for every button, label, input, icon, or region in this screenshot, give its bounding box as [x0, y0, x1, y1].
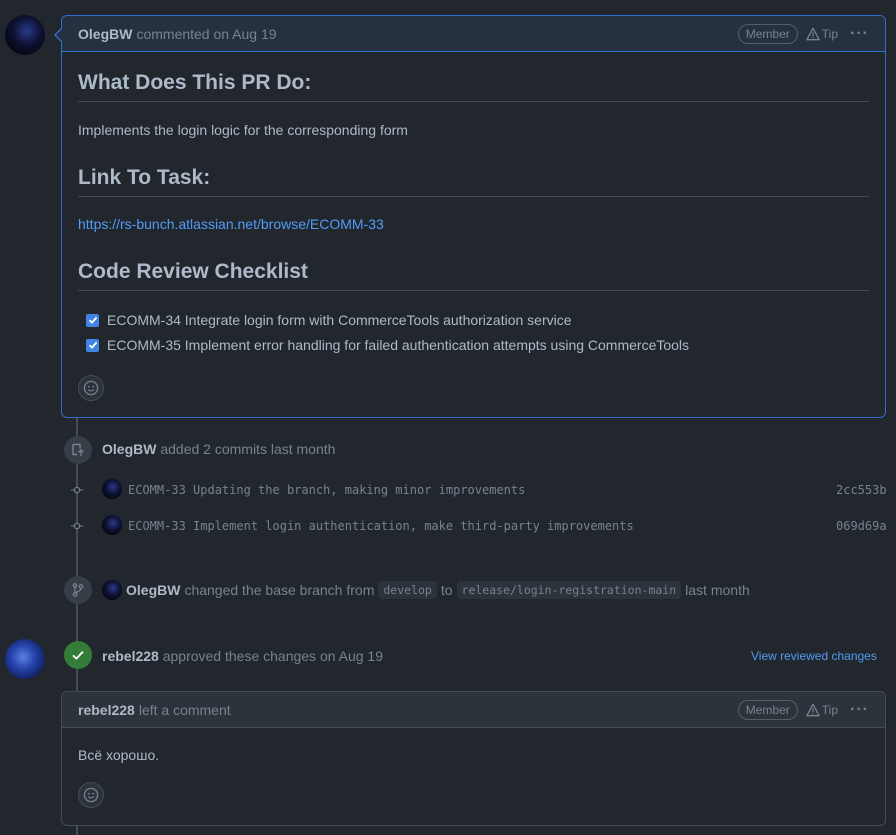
comment-box: OlegBW commented on Aug 19 Member Tip ··…: [54, 15, 886, 418]
to-branch[interactable]: release/login-registration-main: [456, 581, 682, 599]
commit-sha[interactable]: 2cc553b: [836, 483, 887, 497]
smiley-icon: [83, 380, 99, 396]
check-icon: [88, 341, 97, 349]
commit-dot-icon: [71, 520, 83, 532]
approved-badge: [64, 641, 92, 669]
commit-dot-icon: [71, 484, 83, 496]
event-description: changed the base branch from: [184, 582, 375, 598]
commit-message[interactable]: ECOMM-33 Implement login authentication,…: [128, 519, 634, 533]
commit-author-avatar[interactable]: [102, 515, 122, 535]
comment-header: OlegBW commented on Aug 19 Member Tip ··…: [62, 16, 885, 52]
push-event-badge: [64, 436, 92, 464]
comment-action: left a comment: [138, 701, 231, 718]
reviewer-name[interactable]: rebel228: [102, 648, 159, 664]
add-reaction-button[interactable]: [78, 782, 104, 808]
heading-checklist: Code Review Checklist: [78, 260, 869, 291]
tip-button[interactable]: Tip: [806, 703, 838, 717]
comment-header: rebel228 left a comment Member Tip ···: [62, 692, 885, 728]
description-text: Implements the login logic for the corre…: [78, 122, 408, 138]
check-icon: [88, 316, 97, 324]
task-link[interactable]: https://rs-bunch.atlassian.net/browse/EC…: [78, 216, 384, 232]
git-branch-icon: [72, 583, 84, 597]
checklist-item-label: ECOMM-35 Implement error handling for fa…: [107, 337, 690, 353]
add-reaction-button[interactable]: [78, 375, 104, 401]
comment-body: Всё хорошо.: [78, 747, 160, 763]
avatar[interactable]: [5, 15, 45, 55]
from-branch[interactable]: develop: [378, 581, 437, 599]
to-word: to: [440, 582, 453, 598]
alert-icon: [806, 703, 820, 716]
checklist-item-label: ECOMM-34 Integrate login form with Comme…: [107, 312, 572, 328]
kebab-menu-icon[interactable]: ···: [850, 25, 869, 43]
commit-message[interactable]: ECOMM-33 Updating the branch, making min…: [128, 483, 525, 497]
base-branch-event-text: OlegBW changed the base branch from deve…: [102, 580, 750, 600]
commit-author-avatar[interactable]: [102, 479, 122, 499]
repo-push-icon: [72, 443, 84, 456]
review-description[interactable]: approved these changes on Aug 19: [163, 648, 383, 664]
tip-label: Tip: [821, 702, 839, 717]
event-author[interactable]: OlegBW: [102, 441, 156, 457]
checklist-item: ECOMM-34 Integrate login form with Comme…: [86, 312, 572, 328]
alert-icon: [806, 27, 820, 40]
comment-author[interactable]: rebel228: [78, 702, 135, 718]
check-icon: [72, 650, 84, 660]
member-badge: Member: [737, 23, 798, 44]
checklist-item: ECOMM-35 Implement error handling for fa…: [86, 337, 689, 353]
review-comment-box: rebel228 left a comment Member Tip ··· В…: [61, 691, 886, 826]
heading-link-to-task: Link To Task:: [78, 166, 869, 197]
branch-event-badge: [64, 576, 92, 604]
tip-label: Tip: [821, 26, 839, 41]
review-event-text: rebel228 approved these changes on Aug 1…: [102, 648, 383, 664]
smiley-icon: [83, 787, 99, 803]
checkbox-checked[interactable]: [86, 338, 99, 352]
event-author[interactable]: OlegBW: [126, 582, 180, 598]
member-badge: Member: [737, 699, 798, 720]
commit-sha[interactable]: 069d69a: [836, 519, 887, 533]
comment-author[interactable]: OlegBW: [78, 26, 132, 42]
checkbox-checked[interactable]: [86, 313, 99, 327]
event-author-avatar[interactable]: [102, 580, 122, 600]
commits-event-text: OlegBW added 2 commits last month: [102, 441, 335, 457]
view-reviewed-changes-button[interactable]: View reviewed changes: [751, 649, 877, 663]
heading-what-does: What Does This PR Do:: [78, 71, 869, 102]
event-description: added 2 commits last month: [160, 441, 336, 457]
tip-button[interactable]: Tip: [806, 27, 838, 41]
kebab-menu-icon[interactable]: ···: [850, 701, 869, 719]
avatar[interactable]: [5, 639, 45, 679]
comment-action[interactable]: commented on Aug 19: [136, 26, 276, 42]
event-time[interactable]: last month: [685, 582, 750, 598]
